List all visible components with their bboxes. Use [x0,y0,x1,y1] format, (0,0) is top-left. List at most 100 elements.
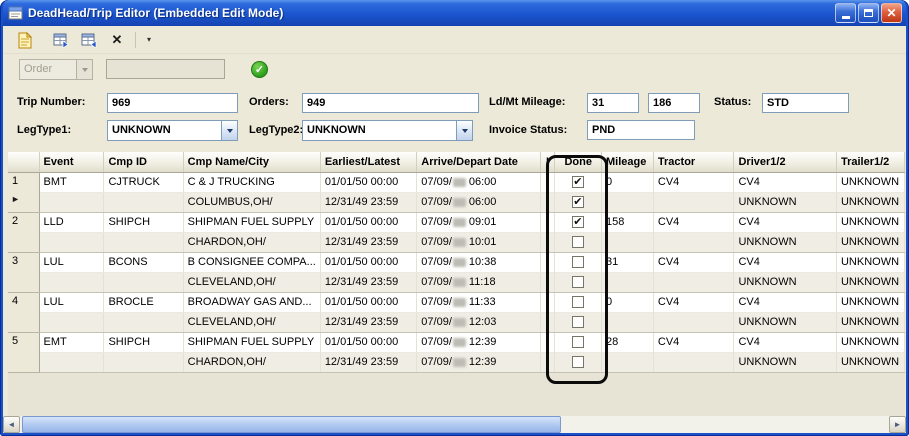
done-checkbox-arrive[interactable] [572,296,584,308]
column-header-[interactable]: ! [540,152,555,172]
legtype1-dropdown-button[interactable] [221,121,237,140]
row-header-2[interactable]: 2 [8,212,39,252]
ld-mileage-field[interactable]: 31 [587,93,639,113]
cell-latest[interactable]: 12/31/49 23:59 [320,272,416,292]
cell-earliest[interactable]: 01/01/50 00:00 [320,252,416,272]
cell-earliest[interactable]: 01/01/50 00:00 [320,212,416,232]
cell-event-blank[interactable] [39,312,104,332]
cell-cmp-id-blank[interactable] [104,192,183,212]
cell-trailer2[interactable]: UNKNOWN [836,272,904,292]
cell-trailer1[interactable]: UNKNOWN [836,252,904,272]
cell-flag[interactable] [540,252,555,272]
column-header-driver1-2[interactable]: Driver1/2 [734,152,837,172]
cell-earliest[interactable]: 01/01/50 00:00 [320,172,416,192]
done-checkbox-arrive[interactable] [572,256,584,268]
cell-arrive-date[interactable]: 07/09/11:33 [417,292,540,312]
cell-latest[interactable]: 12/31/49 23:59 [320,312,416,332]
cell-event[interactable]: LLD [39,212,104,232]
cell-mileage-blank[interactable] [602,352,654,372]
cell-tractor[interactable]: CV4 [653,252,734,272]
cell-driver2[interactable]: UNKNOWN [734,352,837,372]
cell-city[interactable]: COLUMBUS,OH/ [183,192,320,212]
horizontal-scrollbar[interactable]: ◄ ► [3,416,906,433]
cell-depart-date[interactable]: 07/09/12:39 [417,352,540,372]
cell-trailer1[interactable]: UNKNOWN [836,172,904,192]
cell-cmp-name[interactable]: SHIPMAN FUEL SUPPLY [183,332,320,352]
cell-driver1[interactable]: CV4 [734,212,837,232]
cell-arrive-date[interactable]: 07/09/06:00 [417,172,540,192]
row-header-5[interactable]: 5 [8,332,39,372]
delete-button[interactable]: ✕ [105,28,129,51]
cell-trailer2[interactable]: UNKNOWN [836,312,904,332]
cell-city[interactable]: CLEVELAND,OH/ [183,312,320,332]
cell-cmp-id[interactable]: CJTRUCK [104,172,183,192]
cell-earliest[interactable]: 01/01/50 00:00 [320,332,416,352]
column-header-cmp-name-city[interactable]: Cmp Name/City [183,152,320,172]
column-header-event[interactable]: Event [39,152,104,172]
insert-row-after-button[interactable] [77,28,101,51]
legtype2-dropdown-button[interactable] [456,121,472,140]
legtype1-combo[interactable]: UNKNOWN [107,120,238,141]
cell-event-blank[interactable] [39,352,104,372]
cell-depart-date[interactable]: 07/09/11:18 [417,272,540,292]
cell-earliest[interactable]: 01/01/50 00:00 [320,292,416,312]
cell-flag-blank[interactable] [540,272,555,292]
cell-trailer1[interactable]: UNKNOWN [836,212,904,232]
column-header-row-selector[interactable] [8,152,39,172]
cell-trailer1[interactable]: UNKNOWN [836,292,904,312]
maximize-button[interactable] [858,3,879,23]
minimize-button[interactable] [835,3,856,23]
cell-trailer1[interactable]: UNKNOWN [836,332,904,352]
cell-mileage[interactable]: 28 [602,332,654,352]
cell-cmp-id[interactable]: SHIPCH [104,332,183,352]
cell-mileage-blank[interactable] [602,312,654,332]
cell-trailer2[interactable]: UNKNOWN [836,192,904,212]
cell-cmp-name[interactable]: C & J TRUCKING [183,172,320,192]
cell-driver2[interactable]: UNKNOWN [734,192,837,212]
legtype2-combo[interactable]: UNKNOWN [302,120,473,141]
cell-trailer2[interactable]: UNKNOWN [836,232,904,252]
cell-city[interactable]: CLEVELAND,OH/ [183,272,320,292]
cell-flag-blank[interactable] [540,192,555,212]
scrollbar-track[interactable] [20,416,889,433]
done-checkbox-depart[interactable] [572,196,584,208]
cell-city[interactable]: CHARDON,OH/ [183,352,320,372]
cell-event-blank[interactable] [39,232,104,252]
cell-flag-blank[interactable] [540,232,555,252]
cell-mileage[interactable]: 0 [602,172,654,192]
cell-tractor[interactable]: CV4 [653,292,734,312]
cell-cmp-id-blank[interactable] [104,312,183,332]
cell-cmp-id-blank[interactable] [104,272,183,292]
cell-event-blank[interactable] [39,272,104,292]
cell-driver1[interactable]: CV4 [734,252,837,272]
cell-event[interactable]: LUL [39,292,104,312]
cell-cmp-name[interactable]: SHIPMAN FUEL SUPPLY [183,212,320,232]
column-header-earliest-latest[interactable]: Earliest/Latest [320,152,416,172]
done-checkbox-depart[interactable] [572,276,584,288]
cell-depart-date[interactable]: 07/09/10:01 [417,232,540,252]
cell-flag[interactable] [540,292,555,312]
cell-cmp-id[interactable]: BCONS [104,252,183,272]
cell-flag[interactable] [540,172,555,192]
column-header-mileage[interactable]: Mileage [602,152,654,172]
cell-cmp-id-blank[interactable] [104,352,183,372]
cell-depart-date[interactable]: 07/09/12:03 [417,312,540,332]
done-checkbox-depart[interactable] [572,356,584,368]
column-header-tractor[interactable]: Tractor [653,152,734,172]
cell-mileage-blank[interactable] [602,232,654,252]
cell-tractor-blank[interactable] [653,192,734,212]
cell-flag[interactable] [540,212,555,232]
column-header-trailer1-2[interactable]: Trailer1/2 [836,152,904,172]
column-header-arrive-depart-date[interactable]: Arrive/Depart Date [417,152,540,172]
row-header-4[interactable]: 4 [8,292,39,332]
cell-cmp-name[interactable]: BROADWAY GAS AND... [183,292,320,312]
done-checkbox-arrive[interactable] [572,176,584,188]
cell-arrive-date[interactable]: 07/09/12:39 [417,332,540,352]
cell-driver1[interactable]: CV4 [734,172,837,192]
scroll-left-button[interactable]: ◄ [3,416,20,433]
cell-latest[interactable]: 12/31/49 23:59 [320,232,416,252]
column-header-done[interactable]: Done [555,152,602,172]
cell-latest[interactable]: 12/31/49 23:59 [320,352,416,372]
cell-mileage[interactable]: 0 [602,292,654,312]
column-header-cmp-id[interactable]: Cmp ID [104,152,183,172]
